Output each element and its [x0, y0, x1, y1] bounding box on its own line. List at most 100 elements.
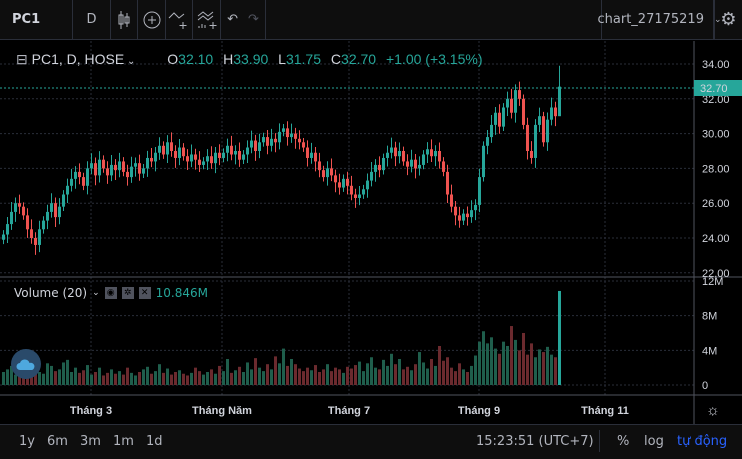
candle [406, 161, 409, 167]
candle [6, 224, 9, 235]
candle [538, 116, 541, 125]
volume-bar [494, 348, 497, 385]
volume-bar [122, 374, 125, 385]
volume-bar [306, 367, 309, 385]
candle [26, 215, 29, 230]
volume-title[interactable]: Volume (20) [14, 286, 87, 300]
volume-bar [270, 369, 273, 385]
log-toggle[interactable]: log [644, 434, 664, 449]
chevron-down-icon[interactable]: ⌄ [124, 56, 135, 67]
volume-bar [458, 363, 461, 385]
candle [222, 152, 225, 158]
candle [306, 147, 309, 158]
candle [550, 107, 553, 120]
volume-bar [470, 365, 473, 385]
range-1m[interactable]: 1m [113, 434, 134, 449]
volume-bar [334, 367, 337, 385]
volume-bar [126, 367, 129, 385]
volume-bar [386, 365, 389, 385]
high-value: 33.90 [233, 51, 269, 67]
volume-bar [350, 368, 353, 385]
volume-bar [210, 369, 213, 385]
volume-value: 10.846M [155, 286, 208, 300]
candle [442, 161, 445, 172]
clock: 15:23:51 (UTC+7) [476, 434, 594, 449]
candle [470, 210, 473, 218]
chevron-down-icon[interactable]: ⌄ [92, 288, 100, 298]
candle [186, 156, 189, 162]
volume-bar [366, 363, 369, 385]
candle [342, 178, 345, 188]
volume-bar [378, 369, 381, 385]
time-axis-settings-icon[interactable]: ☼ [706, 402, 720, 419]
candle [498, 112, 501, 127]
candle [542, 116, 545, 143]
volume-bar [146, 366, 149, 385]
scroll-to-realtime-button[interactable] [11, 349, 41, 379]
price-tick: 28.00 [702, 163, 730, 175]
candle [90, 163, 93, 169]
candle [178, 147, 181, 158]
volume-bar [414, 364, 417, 385]
volume-bar [322, 369, 325, 385]
volume-bar [198, 371, 201, 385]
volume-bar [554, 357, 557, 385]
volume-bar [406, 366, 409, 385]
volume-bar [462, 369, 465, 385]
volume-bar [226, 358, 229, 385]
candle [486, 137, 489, 146]
candle [334, 175, 337, 183]
candle [54, 203, 57, 218]
candle [418, 164, 421, 169]
percent-toggle[interactable]: % [617, 434, 629, 449]
volume-bar [230, 372, 233, 385]
candle [482, 145, 485, 178]
candle [134, 163, 137, 167]
close-icon[interactable]: ✕ [138, 287, 151, 299]
candle [294, 133, 297, 139]
volume-bar [474, 355, 477, 385]
volume-bar [190, 372, 193, 385]
volume-bar [82, 370, 85, 385]
volume-bar [278, 363, 281, 385]
volume-bar [422, 362, 425, 385]
series-title[interactable]: PC1, D, HOSE [32, 51, 125, 67]
range-1y[interactable]: 1y [19, 434, 35, 449]
candle [158, 145, 161, 153]
volume-bar [54, 371, 57, 385]
candle [258, 142, 261, 151]
auto-scale-toggle[interactable]: tự động [677, 434, 727, 449]
volume-bar [434, 365, 437, 385]
candle [414, 159, 417, 169]
candle [522, 98, 525, 125]
candle [514, 90, 517, 113]
volume-bar [426, 368, 429, 385]
range-1d[interactable]: 1d [146, 434, 163, 449]
candle [170, 142, 173, 151]
range-6m[interactable]: 6m [47, 434, 68, 449]
collapse-icon[interactable]: ⊟ [16, 51, 28, 67]
candle [138, 163, 141, 174]
range-3m[interactable]: 3m [80, 434, 101, 449]
volume-bar [330, 371, 333, 385]
candle [226, 145, 229, 153]
candle [214, 152, 217, 164]
volume-bar [110, 369, 113, 385]
volume-bar [302, 371, 305, 385]
volume-bar [442, 360, 445, 385]
time-tick: Tháng Năm [192, 405, 252, 417]
candle [98, 159, 101, 176]
volume-bar [98, 367, 101, 385]
eye-icon[interactable]: ◉ [104, 287, 117, 299]
candle [266, 137, 269, 146]
settings-icon[interactable]: ✲ [121, 287, 134, 299]
volume-bar [286, 365, 289, 385]
volume-bar [130, 372, 133, 385]
candle [94, 163, 97, 176]
volume-bar [326, 364, 329, 385]
volume-bar [486, 343, 489, 385]
volume-bar [170, 374, 173, 385]
volume-bar [186, 375, 189, 385]
volume-bar [466, 371, 469, 385]
volume-bar [542, 352, 545, 385]
